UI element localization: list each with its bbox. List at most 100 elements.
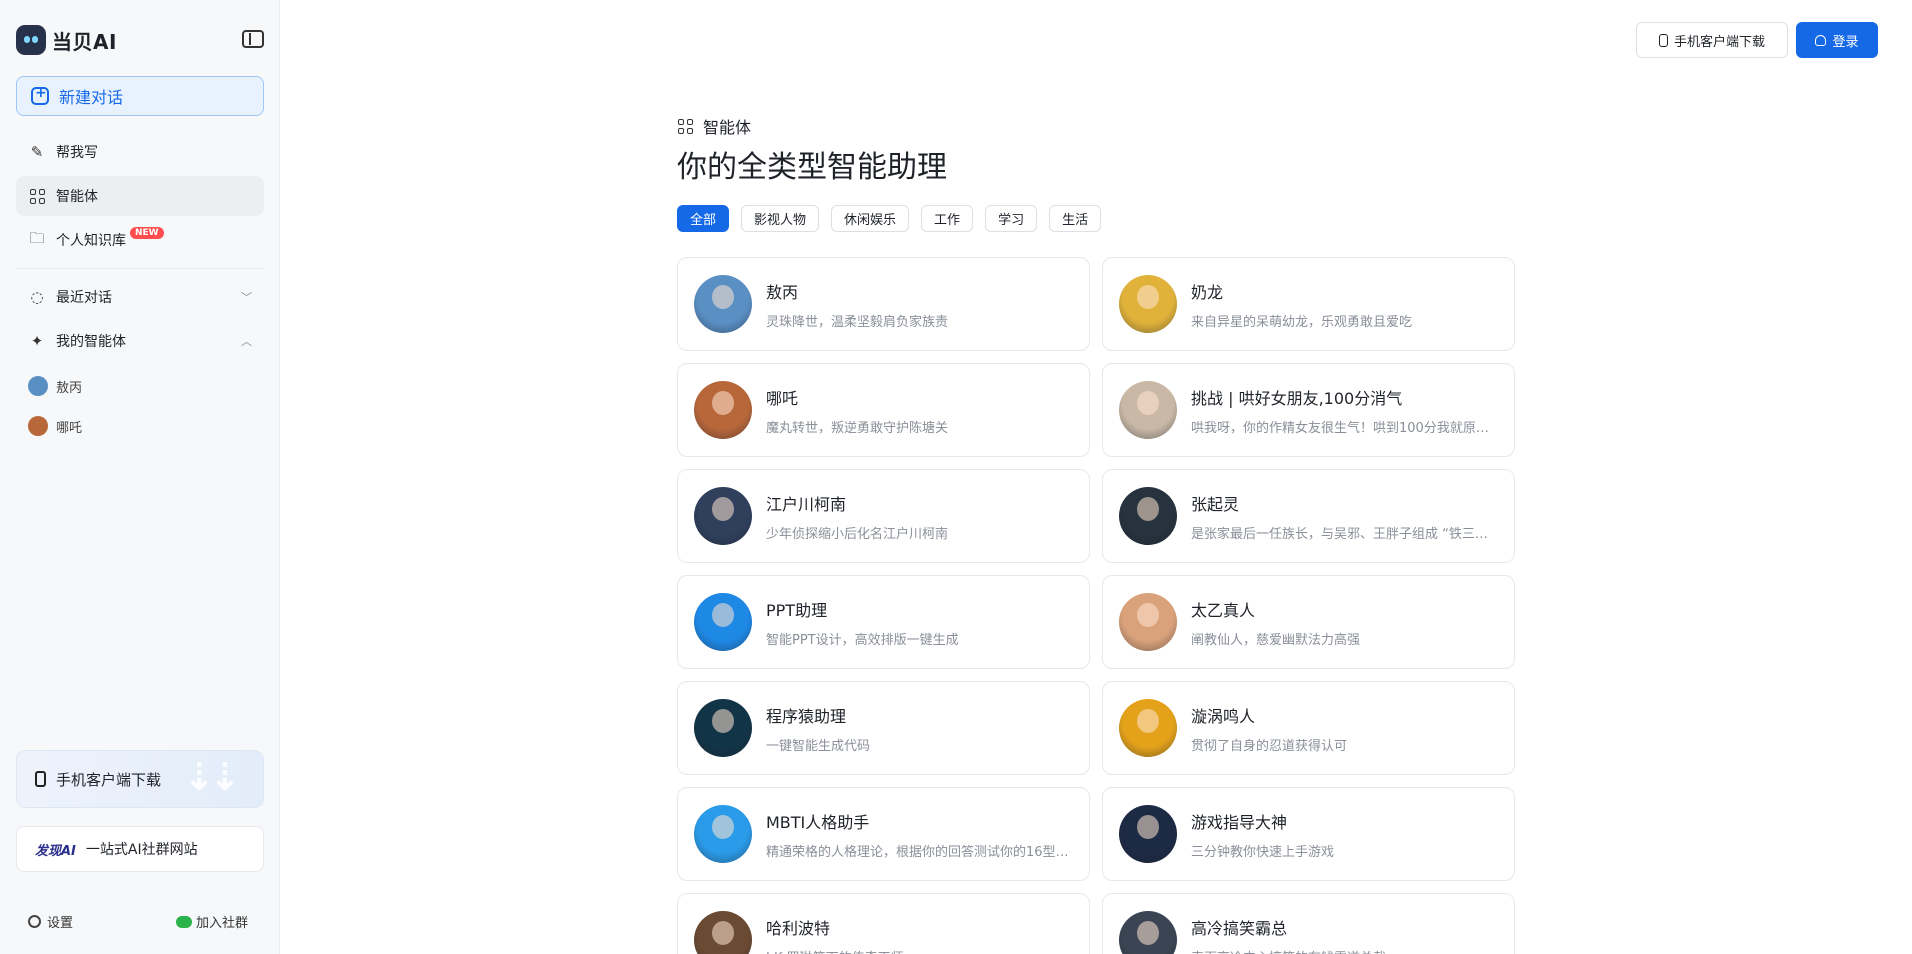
agent-card[interactable]: PPT助理智能PPT设计，高效排版一键生成	[677, 575, 1090, 669]
agent-card[interactable]: 高冷搞笑霸总表面高冷内心搞笑的有钱霸道总裁	[1102, 893, 1515, 954]
download-arrows-icon: ⇣⇣	[183, 755, 241, 799]
my-agents-label: 我的智能体	[56, 334, 126, 350]
sidebar-collapse-icon[interactable]	[242, 30, 264, 48]
recent-chats-label: 最近对话	[56, 290, 112, 306]
agent-card-text: 张起灵是张家最后一任族长，与吴邪、王胖子组成 “铁三角”	[1191, 491, 1514, 542]
my-agent-label: 哪吒	[56, 420, 83, 436]
category-tab[interactable]: 休闲娱乐	[831, 205, 910, 232]
agent-card-text: PPT助理智能PPT设计，高效排版一键生成	[766, 597, 1089, 648]
agent-card[interactable]: 哪吒魔丸转世，叛逆勇敢守护陈塘关	[677, 363, 1090, 457]
login-label: 登录	[1832, 34, 1859, 50]
join-group-button[interactable]: 加入社群	[176, 912, 248, 931]
agent-description: 是张家最后一任族长，与吴邪、王胖子组成 “铁三角”	[1191, 526, 1494, 542]
category-tab[interactable]: 全部	[677, 205, 730, 232]
category-tab[interactable]: 学习	[985, 205, 1038, 232]
settings-button[interactable]: 设置	[28, 912, 73, 931]
agent-card[interactable]: MBTI人格助手精通荣格的人格理论，根据你的回答测试你的16型人格	[677, 787, 1090, 881]
my-agent-item[interactable]: 哪吒	[28, 414, 82, 438]
sidebar-item-knowledge[interactable]: 🗀 个人知识库 NEW	[16, 220, 264, 260]
my-agent-item[interactable]: 敖丙	[28, 374, 82, 398]
agent-card[interactable]: 程序猿助理 一键智能生成代码	[677, 681, 1090, 775]
agent-card[interactable]: 张起灵是张家最后一任族长，与吴邪、王胖子组成 “铁三角”	[1102, 469, 1515, 563]
agent-avatar	[694, 275, 752, 333]
faxian-logo: 发现AI	[35, 843, 76, 859]
join-group-label: 加入社群	[196, 916, 249, 931]
my-agents-toggle[interactable]: ✦ 我的智能体 ︿	[16, 321, 264, 361]
agent-card-text: 敖丙灵珠降世，温柔坚毅肩负家族责	[766, 279, 1089, 330]
gear-icon	[28, 915, 41, 928]
agent-description: 精通荣格的人格理论，根据你的回答测试你的16型人格	[766, 844, 1069, 860]
agent-avatar	[694, 487, 752, 545]
agent-card-text: MBTI人格助手精通荣格的人格理论，根据你的回答测试你的16型人格	[766, 809, 1089, 860]
folder-icon: 🗀	[29, 228, 45, 247]
agent-card[interactable]: 游戏指导大神 三分钟教你快速上手游戏	[1102, 787, 1515, 881]
agent-name: PPT助理	[766, 600, 828, 620]
sidebar-item-agents[interactable]: 智能体	[16, 176, 264, 216]
faxian-text: 一站式AI社群网站	[85, 842, 198, 858]
phone-icon	[1658, 33, 1668, 47]
header-download-label: 手机客户端下载	[1673, 34, 1765, 50]
sparkle-icon: ✦	[30, 332, 44, 350]
agent-description: 一键智能生成代码	[766, 738, 871, 754]
pen-icon: ✎	[30, 143, 44, 161]
category-tab[interactable]: 工作	[921, 205, 974, 232]
sidebar-download-card[interactable]: 手机客户端下载 ⇣⇣	[16, 750, 264, 808]
agent-description: 阐教仙人，慈爱幽默法力高强	[1191, 632, 1361, 648]
agent-grid: 敖丙 灵珠降世，温柔坚毅肩负家族责 奶龙 来自异星的呆萌幼龙，乐观勇敢且爱吃 哪吒 魔丸转…	[677, 257, 1515, 954]
sidebar-item-write[interactable]: ✎ 帮我写	[16, 132, 264, 172]
agent-name: 哪吒	[766, 388, 799, 408]
category-tab[interactable]: 生活	[1049, 205, 1102, 232]
agent-avatar	[694, 805, 752, 863]
agent-card[interactable]: 太乙真人阐教仙人，慈爱幽默法力高强	[1102, 575, 1515, 669]
new-chat-button[interactable]: 新建对话	[16, 76, 264, 116]
agent-name: 漩涡鸣人	[1191, 706, 1256, 726]
agent-avatar	[1119, 275, 1177, 333]
agent-description: 表面高冷内心搞笑的有钱霸道总裁	[1191, 947, 1494, 954]
recent-chats-toggle[interactable]: ◌ 最近对话 ﹀	[16, 277, 264, 317]
robot-logo-icon	[16, 25, 46, 55]
chevron-up-icon: ︿	[241, 335, 252, 348]
agent-description: 灵珠降世，温柔坚毅肩负家族责	[766, 314, 949, 330]
apps-icon	[28, 187, 46, 205]
agent-name: MBTI人格助手	[766, 812, 870, 832]
agent-name: 游戏指导大神	[1191, 812, 1288, 832]
category-tab[interactable]: 影视人物	[741, 205, 820, 232]
category-tabs: 全部 影视人物 休闲娱乐 工作 学习 生活	[677, 205, 1102, 232]
agent-name: 高冷搞笑霸总	[1191, 918, 1288, 938]
agent-name: 挑战 | 哄好女朋友,100分消气	[1191, 388, 1403, 408]
agent-description: 少年侦探缩小后化名江户川柯南	[766, 526, 949, 542]
agent-card[interactable]: 敖丙灵珠降世，温柔坚毅肩负家族责	[677, 257, 1090, 351]
settings-label: 设置	[47, 916, 74, 931]
agent-card[interactable]: 哈利波特 J.K.罗琳笔下的传奇巫师	[677, 893, 1090, 954]
agent-avatar	[694, 699, 752, 757]
agent-avatar	[694, 911, 752, 954]
apps-icon	[678, 118, 693, 134]
faxian-ai-link[interactable]: 发现AI 一站式AI社群网站	[16, 826, 264, 872]
agent-card[interactable]: 奶龙 来自异星的呆萌幼龙，乐观勇敢且爱吃	[1102, 257, 1515, 351]
wechat-icon	[176, 915, 192, 928]
agent-name: 江户川柯南	[766, 494, 847, 514]
chat-bubble-icon: ◌	[30, 288, 44, 306]
sidebar-item-label: 帮我写	[56, 145, 98, 161]
agent-name: 奶龙	[1191, 282, 1224, 302]
agent-card[interactable]: 漩涡鸣人 贯彻了自身的忍道获得认可	[1102, 681, 1515, 775]
download-card-label: 手机客户端下载	[56, 770, 162, 789]
agent-avatar	[1119, 699, 1177, 757]
agent-card[interactable]: 挑战 | 哄好女朋友,100分消气哄我呀，你的作精女友很生气！哄到100分我就原…	[1102, 363, 1515, 457]
agent-name: 太乙真人	[1191, 600, 1256, 620]
agent-name: 张起灵	[1191, 494, 1240, 514]
new-chat-icon	[31, 85, 49, 105]
agent-description: 智能PPT设计，高效排版一键生成	[766, 632, 959, 648]
agent-card-text: 漩涡鸣人 贯彻了自身的忍道获得认可	[1191, 703, 1514, 754]
agent-card-text: 哈利波特 J.K.罗琳笔下的传奇巫师	[766, 915, 1089, 954]
agent-name: 敖丙	[766, 282, 799, 302]
login-button[interactable]: 登录	[1796, 22, 1878, 58]
agent-card[interactable]: 江户川柯南少年侦探缩小后化名江户川柯南	[677, 469, 1090, 563]
new-chat-label: 新建对话	[59, 88, 124, 107]
agent-description: 哄我呀，你的作精女友很生气！哄到100分我就原谅你	[1191, 420, 1494, 436]
agent-avatar	[1119, 593, 1177, 651]
agent-description: 魔丸转世，叛逆勇敢守护陈塘关	[766, 420, 949, 436]
section-label: 智能体	[678, 114, 751, 138]
header-download-button[interactable]: 手机客户端下载	[1636, 22, 1788, 58]
logo-row: 当贝AI	[16, 24, 264, 56]
